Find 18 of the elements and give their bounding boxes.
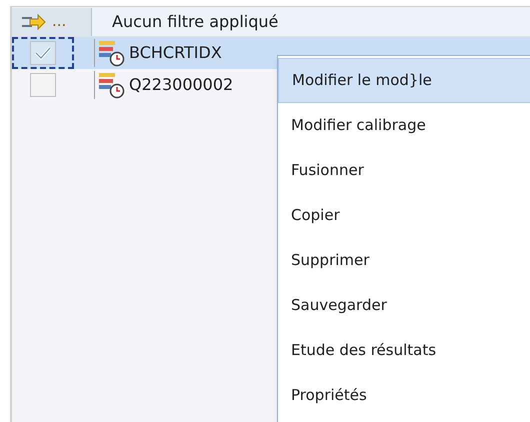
menu-item[interactable]: Fusionner (278, 148, 530, 193)
menu-item[interactable]: Modifier calibrage (278, 103, 530, 148)
table-cell-text: Q223000002 (129, 74, 234, 96)
menu-item[interactable]: Supprimer (278, 238, 530, 283)
arrows-icon (20, 14, 48, 30)
checkbox[interactable] (30, 41, 56, 65)
checkbox[interactable] (30, 73, 56, 97)
filter-status: Aucun filtre appliqué (112, 10, 278, 32)
filter-button[interactable]: ... (12, 8, 92, 36)
menu-item[interactable]: Copier (278, 193, 530, 238)
document-clock-icon (97, 39, 125, 67)
menu-item[interactable]: Modifier le mod}le (278, 58, 530, 103)
table-cell-text: BCHCRTIDX (129, 42, 222, 64)
checkmark-icon (34, 46, 52, 60)
menu-item[interactable]: Etude des résultats (278, 328, 530, 373)
menu-item[interactable]: Propriétés (278, 373, 530, 418)
document-clock-icon (97, 71, 125, 99)
menu-item[interactable]: Sauvegarder (278, 283, 530, 328)
